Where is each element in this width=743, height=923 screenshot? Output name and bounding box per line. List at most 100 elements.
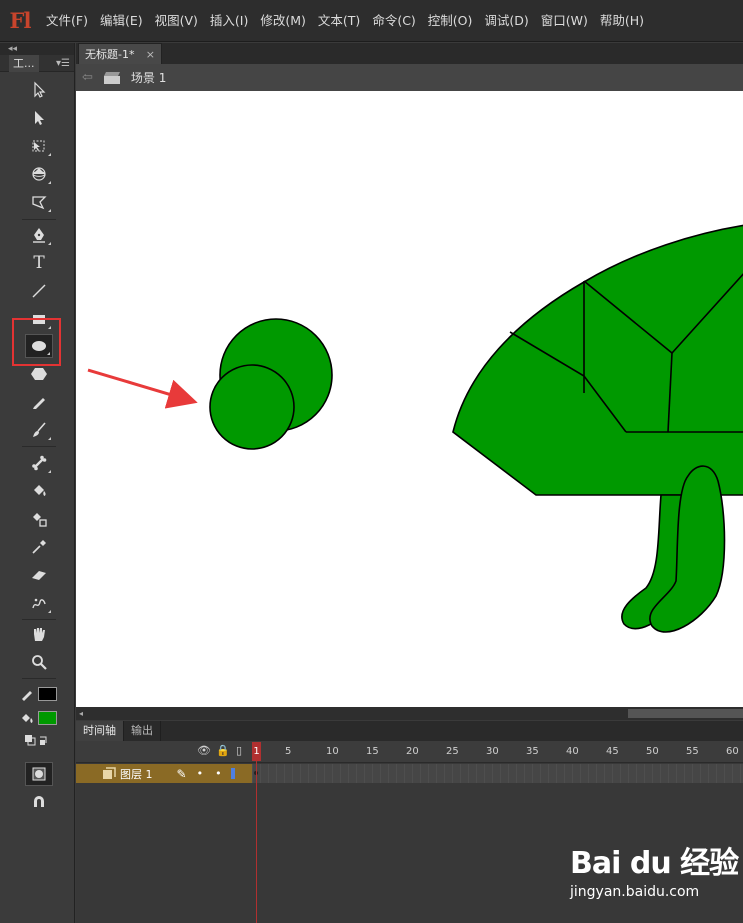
watermark-url: jingyan.baidu.com [570,884,700,900]
menu-text[interactable]: 文本(T) [312,0,366,42]
scrollbar-thumb[interactable] [628,709,743,718]
frame-ruler[interactable]: 5 10 15 20 25 30 35 40 45 50 55 60 [252,741,743,763]
bone-tool[interactable] [25,451,53,475]
edit-pencil-icon[interactable]: ✎ [177,767,187,781]
oval-tool[interactable] [25,334,53,358]
turtle-shell-shape[interactable] [452,224,743,496]
stroke-color-swatch[interactable] [38,687,57,701]
stroke-color-control[interactable] [20,687,57,701]
panel-menu-icon[interactable]: ▾☰ [56,58,70,69]
panel-collapse-icon[interactable]: ◂◂ [0,43,74,55]
close-icon[interactable]: × [146,48,155,61]
document-tab[interactable]: 无标题-1* × [78,43,162,64]
pencil-icon [33,398,45,409]
baidu-watermark: Bai du 经验 jingyan.baidu.com [570,838,740,918]
magnifier-icon [32,655,47,670]
timeline-tab-bar: 时间轴 输出 [76,721,743,741]
object-drawing-toggle[interactable] [25,762,53,786]
line-icon [32,284,46,298]
hand-icon [34,628,45,641]
menu-control[interactable]: 控制(O) [422,0,479,42]
polystar-tool[interactable] [25,362,53,386]
oval-icon [32,341,46,351]
free-transform-tool[interactable] [25,134,53,158]
lock-icon[interactable]: 🔒 [216,744,230,757]
menu-file[interactable]: 文件(F) [40,0,94,42]
hand-tool[interactable] [25,622,53,646]
show-hide-eye-icon[interactable]: 👁 [197,744,211,757]
zoom-tool[interactable] [25,650,53,674]
stage-horizontal-scrollbar[interactable]: ◂ [76,707,743,720]
eyedropper-icon [32,540,46,554]
scene-label[interactable]: 场景 1 [131,69,166,86]
back-arrow-icon[interactable]: ⇦ [82,70,93,85]
menu-modify[interactable]: 修改(M) [254,0,312,42]
lasso-tool[interactable] [25,190,53,214]
3d-rotation-tool[interactable] [25,162,53,186]
color-swap-controls[interactable] [24,733,54,747]
bone-icon [32,455,47,471]
deco-tool[interactable] [25,591,53,615]
tool-separator [22,619,56,620]
frame-number: 45 [606,746,619,757]
magnet-icon [34,796,44,807]
menu-debug[interactable]: 调试(D) [478,0,534,42]
tab-output[interactable]: 输出 [124,721,161,741]
frame-number: 40 [566,746,579,757]
line-tool[interactable] [25,279,53,303]
eyedropper-tool[interactable] [25,535,53,559]
eraser-tool[interactable] [25,563,53,587]
menu-insert[interactable]: 插入(I) [204,0,254,42]
selection-tool[interactable] [25,78,53,102]
menu-help[interactable]: 帮助(H) [594,0,650,42]
baidu-logo: Bai du 经验 [570,846,739,881]
edit-bar: ⇦ 场景 1 [76,64,743,91]
frame-number: 35 [526,746,539,757]
brush-tool[interactable] [25,418,53,442]
stage-canvas[interactable] [76,91,743,707]
circle-shapes[interactable] [209,318,333,450]
fill-color-swatch[interactable] [38,711,57,725]
tool-separator [22,219,56,220]
frame-number: 55 [686,746,699,757]
swap-colors-icon [25,735,47,746]
brush-icon [33,422,46,437]
scroll-left-icon[interactable]: ◂ [79,707,83,720]
menu-bar: Fl 文件(F) 编辑(E) 视图(V) 插入(I) 修改(M) 文本(T) 命… [0,0,743,42]
menu-commands[interactable]: 命令(C) [366,0,421,42]
hexagon-icon [31,368,47,380]
stroke-pencil-icon [22,691,32,701]
menu-window[interactable]: 窗口(W) [535,0,594,42]
playhead[interactable]: 1 [252,742,261,761]
stage[interactable] [76,91,743,707]
arrow-icon [34,81,46,98]
transform-icon [32,140,45,152]
snap-to-objects-toggle[interactable] [25,790,53,814]
frame-number: 50 [646,746,659,757]
small-circle-shape[interactable] [209,364,295,450]
paint-bucket-tool[interactable] [25,479,53,503]
frames-row[interactable] [252,764,743,783]
visibility-dot-icon[interactable]: • [197,767,204,780]
layer-row[interactable]: 图层 1 ✎ • • [76,764,252,783]
menu-view[interactable]: 视图(V) [149,0,204,42]
ink-bottle-tool[interactable] [25,507,53,531]
tab-timeline[interactable]: 时间轴 [76,721,124,741]
layer-color-marker [230,768,235,779]
layer-name[interactable]: 图层 1 [120,766,153,782]
menu-edit[interactable]: 编辑(E) [94,0,149,42]
ink-bottle-icon [33,513,47,527]
pen-tool[interactable] [25,223,53,247]
frame-number: 25 [446,746,459,757]
frame-number: 5 [285,746,292,757]
lock-dot-icon[interactable]: • [215,767,222,780]
fill-color-control[interactable] [20,711,57,725]
outline-icon[interactable]: ▯ [236,744,242,757]
3d-rotate-icon [32,167,46,181]
subselection-tool[interactable] [25,106,53,130]
turtle-shape[interactable] [452,224,743,633]
frame-number: 15 [366,746,379,757]
text-tool[interactable]: T [25,251,53,275]
pencil-tool[interactable] [25,390,53,414]
tools-tab[interactable]: 工... [9,54,39,72]
